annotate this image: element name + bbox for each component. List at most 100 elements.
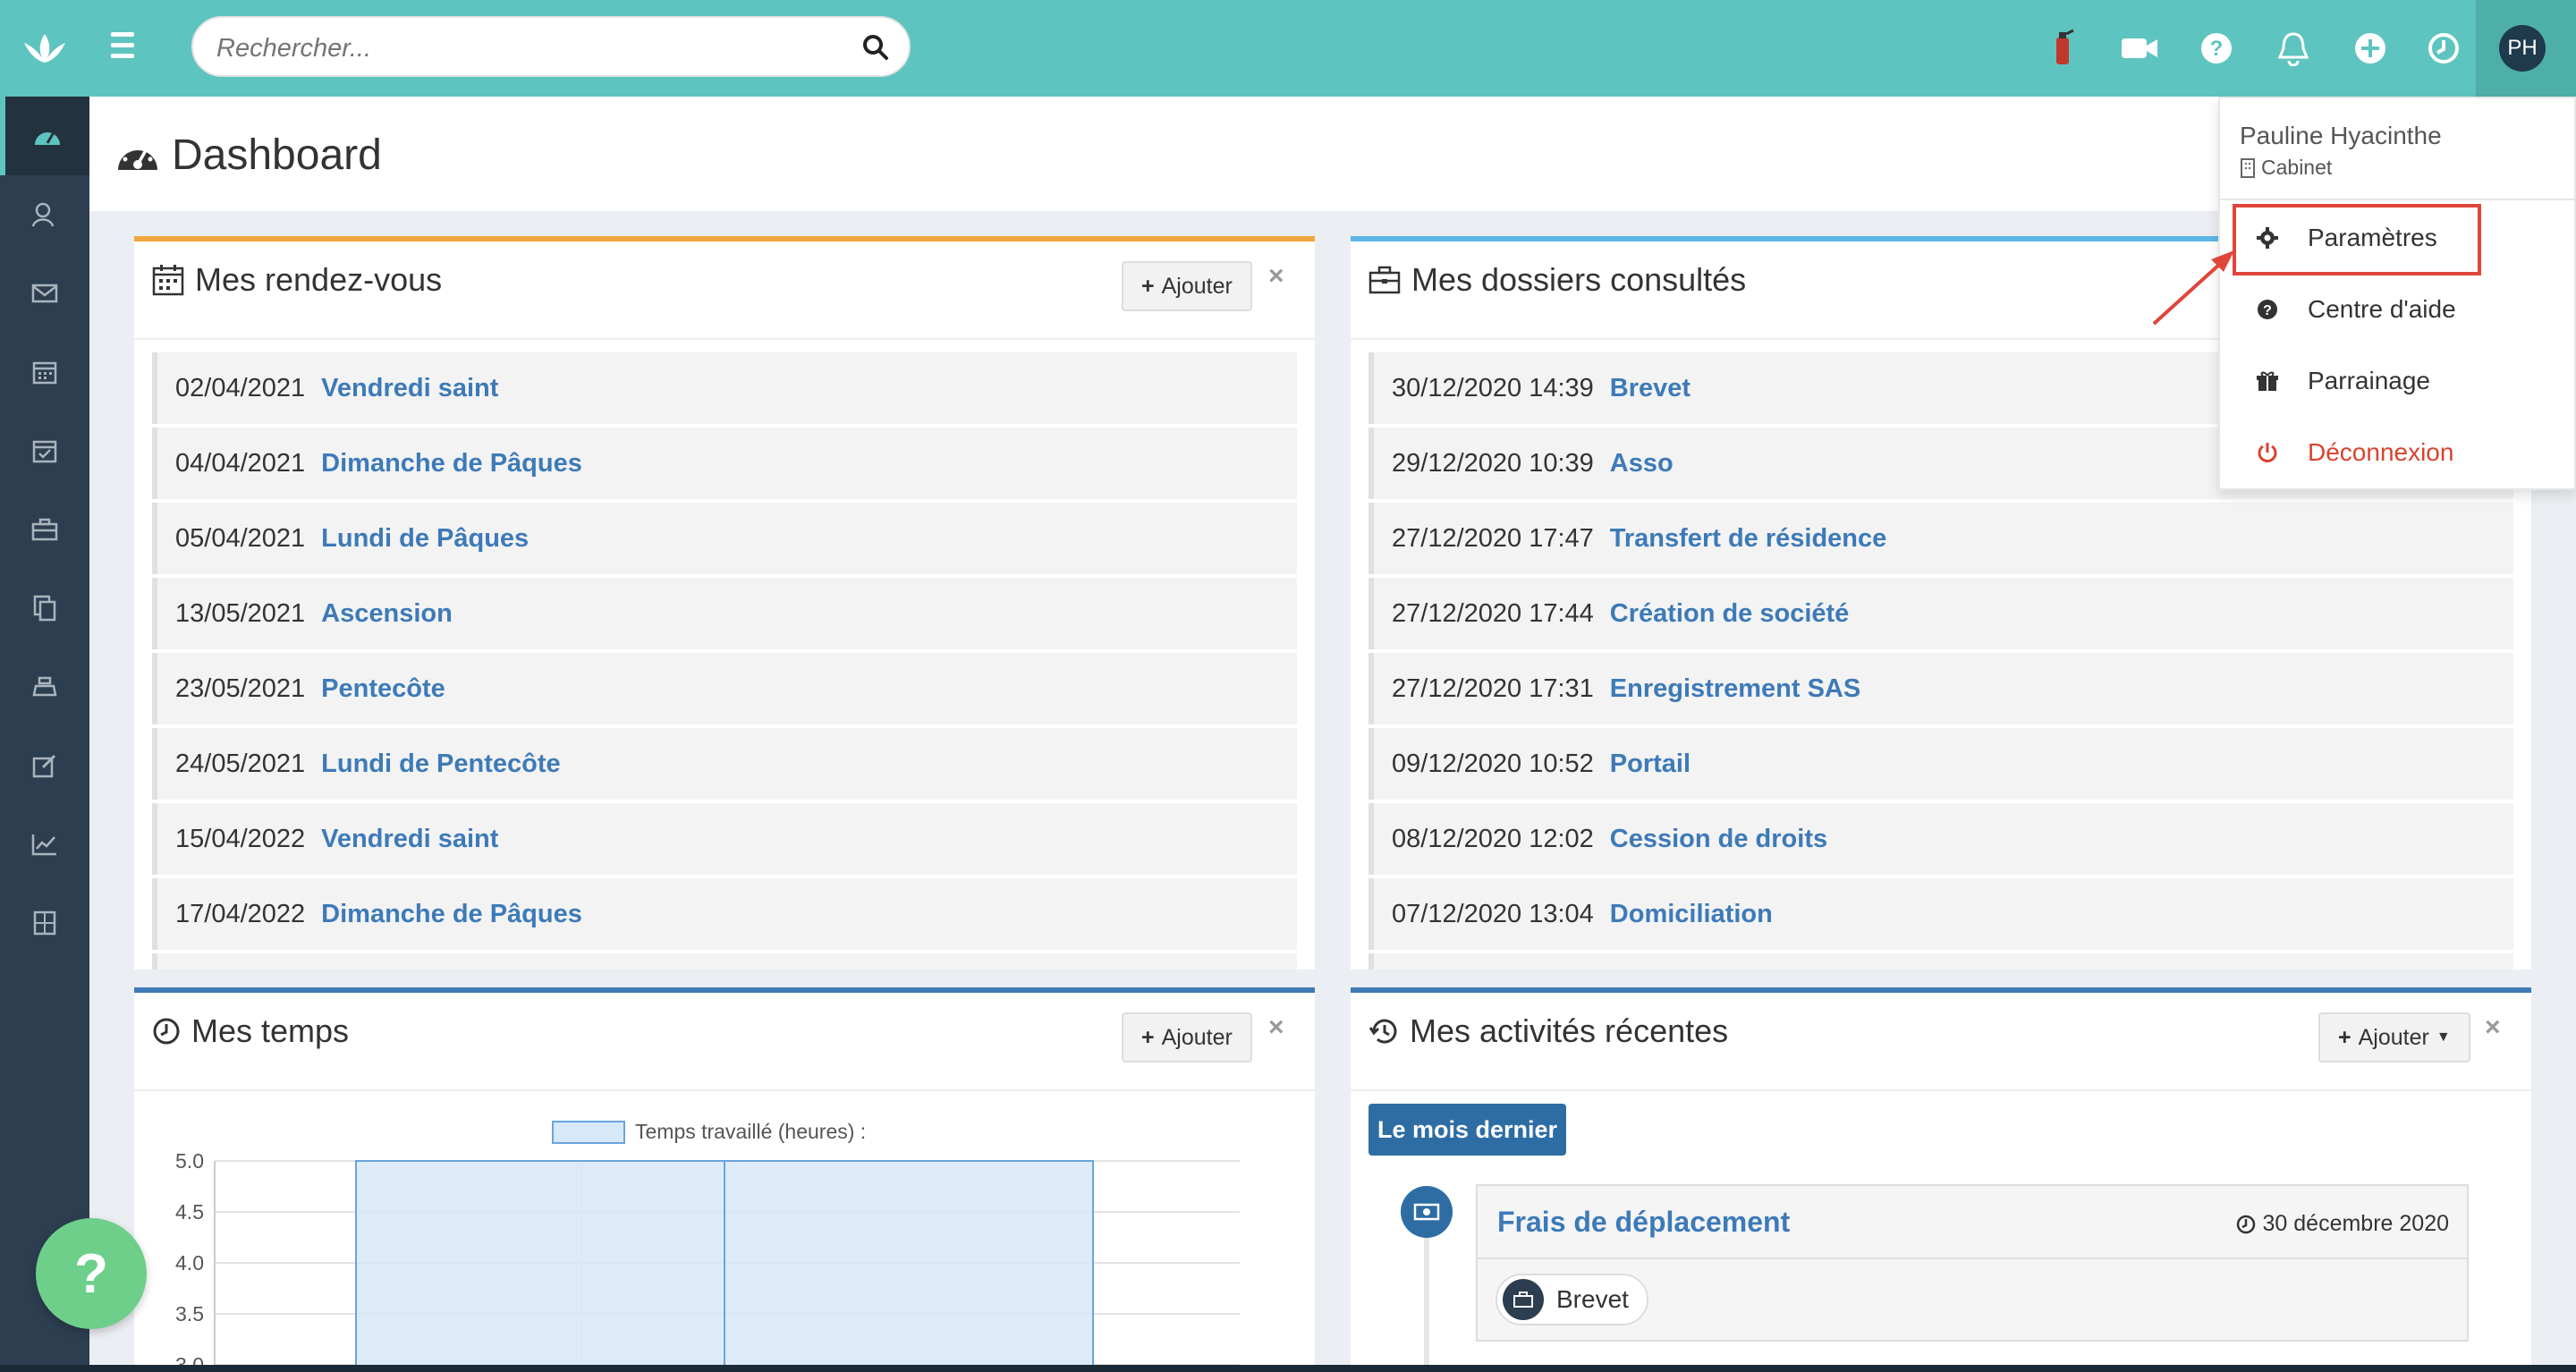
sidebar: [0, 97, 89, 1372]
avatar[interactable]: PH: [2499, 25, 2546, 72]
list-item: [152, 953, 1297, 970]
search-input[interactable]: [216, 30, 843, 66]
chart-legend-label: Temps travaillé (heures) :: [635, 1120, 866, 1143]
contacts-icon: [31, 202, 55, 227]
lotus-logo-icon: [24, 34, 65, 63]
list-item[interactable]: 27/12/2020 17:44 Création de société: [1368, 578, 2513, 649]
svg-text:?: ?: [2210, 37, 2224, 61]
chart-legend-swatch: [552, 1121, 625, 1144]
chart-y-tick-label: 4.5: [175, 1200, 204, 1224]
timeline-money-icon: [1401, 1186, 1453, 1238]
chart-bars: [355, 1160, 1094, 1372]
edit-icon: [32, 754, 56, 778]
list-item[interactable]: 05/04/2021 Lundi de Pâques: [152, 503, 1297, 574]
history-icon: [1368, 1019, 1397, 1044]
question-circle-icon: ?: [2258, 300, 2277, 319]
clock-icon: [2236, 1215, 2255, 1233]
help-fab-button[interactable]: ?: [36, 1218, 147, 1329]
sidebar-item-dashboard[interactable]: [0, 97, 89, 175]
chart-y-tick-label: 5.0: [175, 1149, 204, 1173]
activity-card[interactable]: Frais de déplacement 30 décembre 2020 Br…: [1476, 1184, 2469, 1342]
highlight-box: [2233, 204, 2481, 275]
panel-header: Mes temps + Ajouter ×: [134, 993, 1315, 1091]
search-icon[interactable]: [862, 34, 889, 61]
panel-header: Mes activités récentes + Ajouter ▼ ×: [1351, 993, 2531, 1091]
page-title: Dashboard: [116, 131, 382, 180]
briefcase-icon: [31, 518, 58, 541]
list-item[interactable]: 09/12/2020 10:52 Portail: [1368, 728, 2513, 800]
app-logo[interactable]: [0, 0, 89, 97]
sidebar-item-documents[interactable]: [0, 569, 89, 648]
list-item[interactable]: 04/04/2021 Dimanche de Pâques: [152, 428, 1297, 499]
panel-header: Mes rendez-vous + Ajouter ×: [134, 241, 1315, 340]
dashboard-gauge-icon: [118, 144, 157, 170]
gift-icon: [2257, 371, 2278, 391]
dossier-tag[interactable]: Brevet: [1496, 1274, 1648, 1325]
power-icon: [2258, 443, 2277, 462]
panel-title: Mes activités récentes: [1368, 1012, 1728, 1050]
panel-title: Mes dossiers consultés: [1368, 261, 1746, 299]
sidebar-item-dossiers[interactable]: [0, 490, 89, 569]
close-icon[interactable]: ×: [2485, 1012, 2501, 1043]
user-name: Pauline Hyacinthe: [2240, 122, 2442, 149]
add-activite-dropdown-button[interactable]: + Ajouter ▼: [2318, 1012, 2470, 1063]
activity-title[interactable]: Frais de déplacement: [1497, 1206, 1790, 1239]
chart-y-tick-label: 4.0: [175, 1251, 204, 1275]
list-item[interactable]: 07/12/2020 13:04 Domiciliation: [1368, 878, 2513, 950]
documents-icon: [33, 595, 56, 622]
bell-icon[interactable]: [2272, 27, 2315, 70]
briefcase-icon: [1368, 266, 1401, 294]
add-temps-button[interactable]: + Ajouter: [1122, 1012, 1252, 1063]
briefcase-icon: [1503, 1279, 1544, 1320]
plus-icon: +: [1141, 1024, 1155, 1050]
list-item[interactable]: 08/12/2020 12:02 Cession de droits: [1368, 803, 2513, 875]
list-item[interactable]: 02/04/2021 Vendredi saint: [152, 352, 1297, 424]
chart-y-tick-label: 3.5: [175, 1302, 204, 1325]
page-title-text: Dashboard: [172, 131, 382, 179]
sidebar-item-billing[interactable]: [0, 648, 89, 726]
sidebar-item-contacts[interactable]: [0, 175, 89, 254]
chart-y-ticks: 5.04.54.03.53.0: [175, 1149, 204, 1372]
list-item[interactable]: 24/05/2021 Lundi de Pentecôte: [152, 728, 1297, 800]
search-bar[interactable]: [191, 16, 911, 77]
top-bar: ? PH: [0, 0, 2576, 97]
add-rendez-vous-button[interactable]: + Ajouter: [1122, 261, 1252, 311]
list-item[interactable]: 23/05/2021 Pentecôte: [152, 653, 1297, 724]
clock-icon[interactable]: [2422, 27, 2465, 70]
sidebar-item-calculator[interactable]: [0, 884, 89, 962]
annotation-arrow-icon: [2152, 250, 2234, 326]
menu-item-centre-aide[interactable]: ? Centre d'aide: [2256, 295, 2456, 324]
close-icon[interactable]: ×: [1268, 1012, 1284, 1043]
menu-toggle-icon[interactable]: [111, 32, 143, 64]
clock-icon: [153, 1018, 180, 1045]
sidebar-item-tasks[interactable]: [0, 411, 89, 490]
list-item[interactable]: 13/05/2021 Ascension: [152, 578, 1297, 649]
list-item[interactable]: 27/12/2020 17:31 Enregistrement SAS: [1368, 653, 2513, 724]
user-dropdown-menu: Pauline Hyacinthe Cabinet Paramètres ? C…: [2218, 97, 2576, 490]
help-icon[interactable]: ?: [2195, 27, 2238, 70]
svg-text:?: ?: [2263, 303, 2272, 318]
menu-item-deconnexion[interactable]: Déconnexion: [2256, 438, 2453, 467]
panel-title: Mes temps: [152, 1012, 349, 1050]
activity-date: 30 décembre 2020: [2236, 1211, 2449, 1237]
period-label[interactable]: Le mois dernier: [1368, 1104, 1567, 1156]
building-icon: [2241, 157, 2255, 178]
divider: [2220, 199, 2574, 200]
plus-circle-icon[interactable]: [2349, 27, 2392, 70]
extinguisher-icon[interactable]: [2041, 27, 2084, 70]
menu-item-parrainage[interactable]: Parrainage: [2256, 367, 2430, 395]
sidebar-item-edit[interactable]: [0, 726, 89, 805]
panel-title: Mes rendez-vous: [152, 261, 442, 299]
list-item[interactable]: 15/04/2022 Vendredi saint: [152, 803, 1297, 875]
close-icon[interactable]: ×: [1268, 261, 1284, 292]
rendez-vous-list: 02/04/2021 Vendredi saint 04/04/2021 Diman…: [152, 352, 1297, 970]
chart-bar: [355, 1160, 725, 1372]
video-camera-icon[interactable]: [2118, 27, 2161, 70]
page-header: [89, 97, 2576, 211]
sidebar-item-messages[interactable]: [0, 254, 89, 333]
list-item[interactable]: 17/04/2022 Dimanche de Pâques: [152, 878, 1297, 950]
sidebar-item-calendar[interactable]: [0, 333, 89, 411]
sidebar-item-stats[interactable]: [0, 805, 89, 884]
calendar-icon: [152, 265, 184, 296]
list-item[interactable]: 27/12/2020 17:47 Transfert de résidence: [1368, 503, 2513, 574]
